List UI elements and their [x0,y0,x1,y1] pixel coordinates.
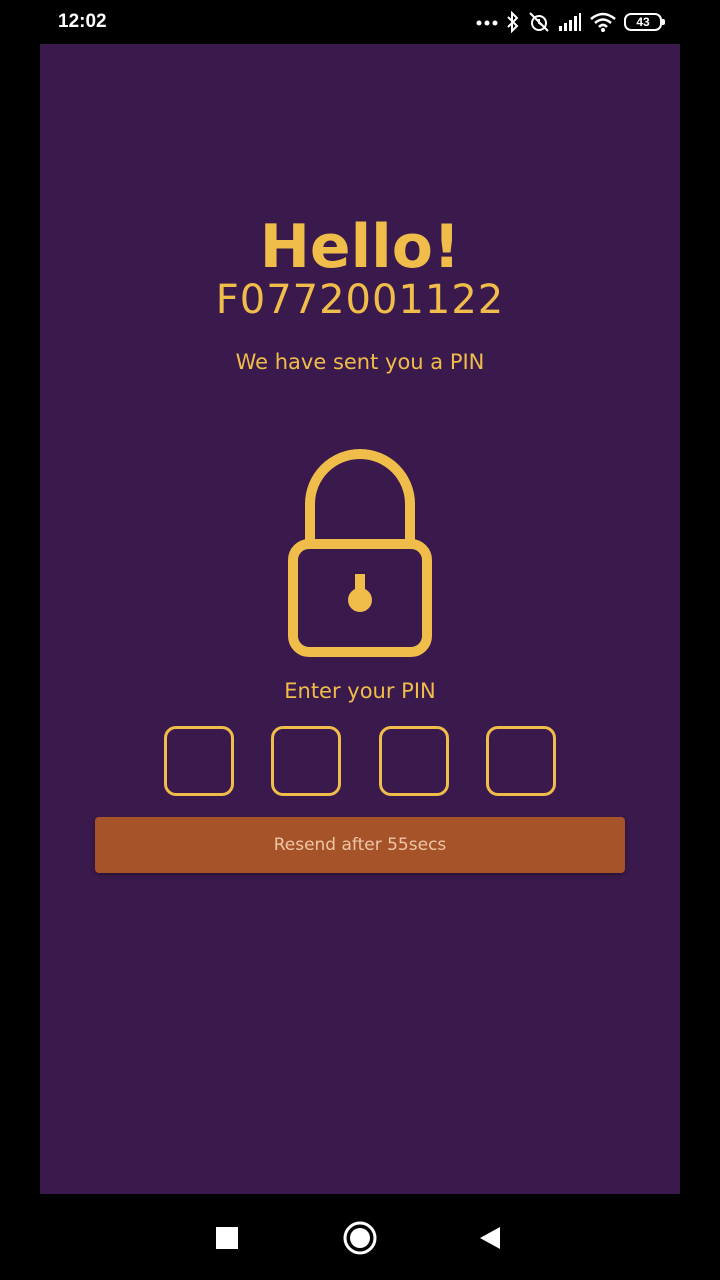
status-icons: 43 [476,8,665,36]
pin-digit-2[interactable] [271,726,342,796]
signal-icon [559,13,581,31]
user-id: F0772001122 [215,277,505,323]
navigation-bar [40,1194,680,1280]
greeting-title: Hello! [259,212,461,282]
status-bar: 12:02 43 [40,0,680,44]
back-button[interactable] [472,1220,508,1256]
recents-square-icon [216,1227,238,1249]
home-button[interactable] [342,1220,378,1256]
pin-sent-message: We have sent you a PIN [235,350,485,374]
more-dots-icon [476,20,498,26]
wifi-icon [590,12,616,32]
recents-button[interactable] [209,1220,245,1256]
home-circle-icon [343,1221,377,1255]
pin-verification-screen: Hello! F0772001122 We have sent you a PI… [40,44,680,1194]
pin-digit-3[interactable] [378,726,449,796]
enter-pin-label: Enter your PIN [284,679,436,703]
battery-level: 43 [636,15,650,29]
lock-icon [288,449,432,657]
status-time: 12:02 [58,11,107,32]
back-triangle-icon [480,1227,500,1249]
battery-icon: 43 [624,13,665,31]
alarm-off-icon [529,12,549,32]
pin-digit-4[interactable] [485,726,556,796]
pin-input-row [164,726,556,796]
resend-pin-button[interactable]: Resend after 55secs [95,817,625,873]
pin-digit-1[interactable] [164,726,234,796]
bluetooth-icon [507,11,519,33]
